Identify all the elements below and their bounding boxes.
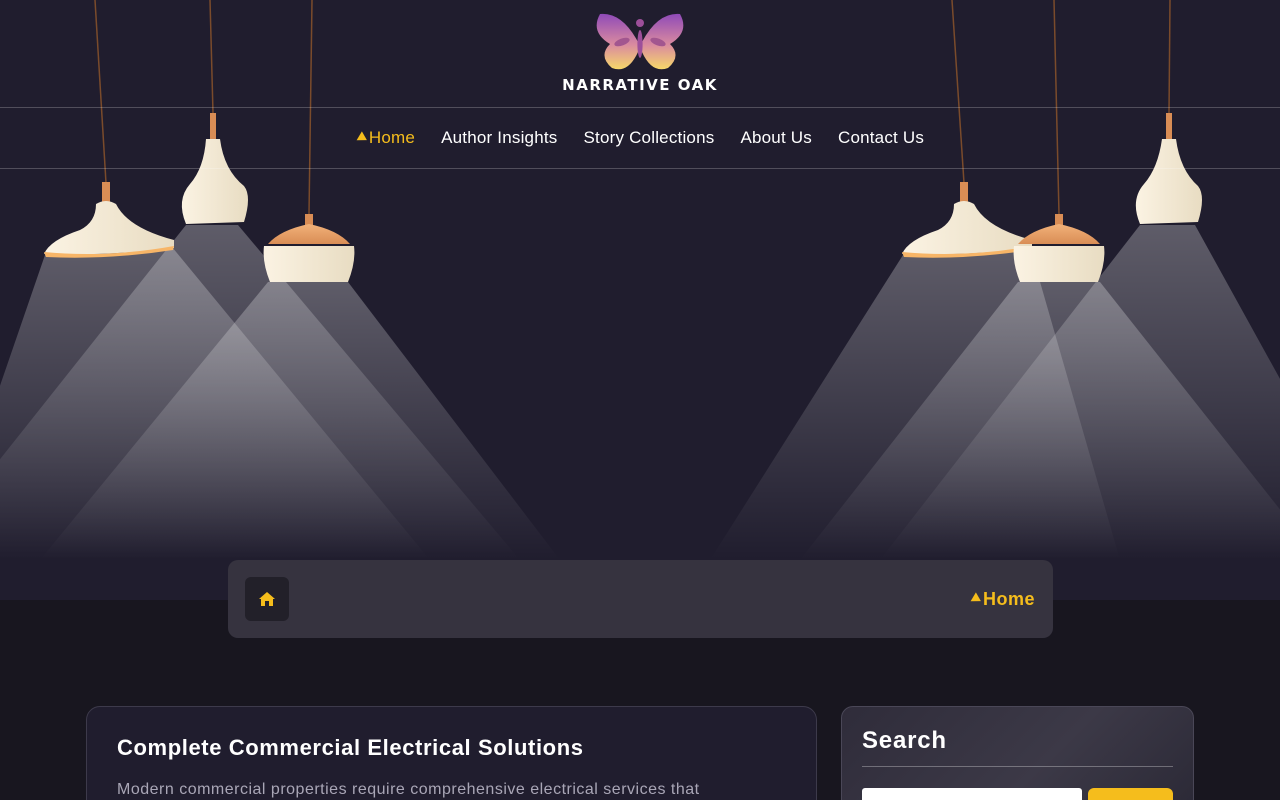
main-navigation-bar: Home Author Insights Story Collections A… — [0, 107, 1280, 169]
nav-item-label: Contact Us — [837, 128, 925, 147]
nav-item-home[interactable]: Home — [343, 128, 428, 148]
brand-name: NARRATIVE OAK — [562, 76, 718, 94]
article-excerpt: Modern commercial properties require com… — [117, 781, 700, 798]
home-icon — [259, 592, 275, 606]
butterfly-icon — [596, 13, 684, 70]
breadcrumb-current: Home — [968, 560, 1035, 638]
main-navigation: Home Author Insights Story Collections A… — [0, 108, 1280, 168]
search-input[interactable] — [862, 788, 1082, 800]
search-widget-title: Search — [862, 727, 947, 754]
breadcrumb-home-button[interactable] — [245, 577, 289, 621]
nav-item-label: Author Insights — [441, 128, 558, 147]
nav-item-contact-us[interactable]: Contact Us — [825, 128, 937, 148]
nav-item-label: Home — [368, 128, 416, 147]
brand-logo[interactable]: NARRATIVE OAK — [540, 8, 740, 104]
hero-banner: NARRATIVE OAK Home Author Insights Story… — [0, 0, 1280, 600]
breadcrumb-current-label: Home — [982, 588, 1035, 609]
nav-item-label: Story Collections — [583, 128, 715, 147]
article-title: Complete Commercial Electrical Solutions — [117, 735, 584, 760]
divider — [862, 766, 1173, 767]
breadcrumb: Home — [228, 560, 1053, 638]
nav-item-label: About Us — [740, 128, 812, 147]
nav-item-about-us[interactable]: About Us — [727, 128, 825, 148]
arrow-icon — [354, 131, 367, 145]
search-button[interactable] — [1088, 788, 1173, 800]
article-card: Complete Commercial Electrical Solutions… — [86, 706, 817, 800]
nav-item-story-collections[interactable]: Story Collections — [570, 128, 727, 148]
search-widget: Search — [841, 706, 1194, 800]
arrow-icon — [968, 592, 981, 606]
nav-item-author-insights[interactable]: Author Insights — [428, 128, 570, 148]
